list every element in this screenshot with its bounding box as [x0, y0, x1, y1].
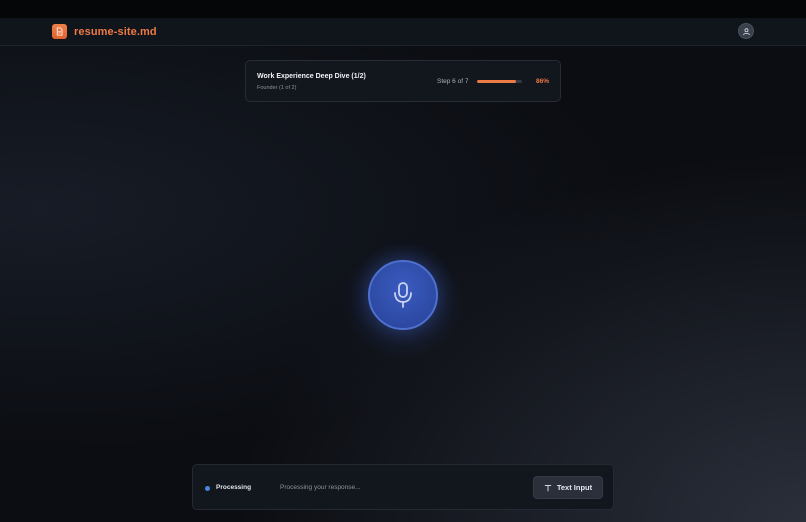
avatar[interactable] — [738, 23, 754, 39]
status-indicator-dot — [205, 486, 210, 491]
status-bar: Processing Processing your response... T… — [192, 464, 614, 510]
progress-bar — [477, 80, 522, 83]
document-icon — [52, 24, 67, 39]
progress-percent: 86% — [536, 78, 550, 85]
status-message: Processing your response... — [280, 484, 361, 491]
navbar: resume-site.md — [0, 18, 806, 46]
text-input-button[interactable]: Text Input — [533, 476, 603, 499]
text-input-label: Text Input — [556, 483, 593, 492]
mic-button[interactable] — [368, 260, 438, 330]
top-strip — [0, 0, 806, 18]
brand-name: resume-site.md — [74, 25, 157, 38]
text-t-icon — [544, 484, 552, 491]
brand[interactable]: resume-site.md — [52, 24, 157, 39]
progress-bar-fill — [477, 80, 516, 83]
microphone-icon — [394, 282, 412, 308]
section-title: Work Experience Deep Dive (1/2) — [257, 73, 366, 80]
user-icon — [742, 27, 750, 35]
step-counter: Step 6 of 7 — [437, 78, 469, 85]
status-label: Processing — [216, 484, 252, 491]
section-subtitle: Founder (1 of 2) — [257, 85, 297, 91]
progress-card: Work Experience Deep Dive (1/2) Founder … — [245, 60, 561, 102]
